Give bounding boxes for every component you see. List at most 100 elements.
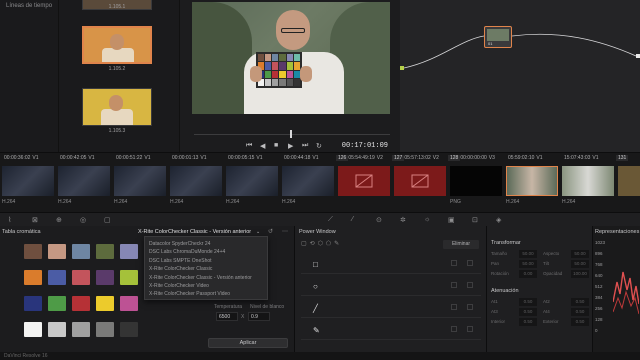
color-swatch[interactable]: [24, 244, 42, 259]
tracker-icon[interactable]: ✲: [400, 216, 406, 224]
invert-toggle[interactable]: [451, 326, 457, 332]
chevron-down-icon[interactable]: ⌄: [256, 229, 260, 235]
window-row-polygon[interactable]: ╱: [301, 298, 481, 318]
qualifier-icon[interactable]: ⁄: [352, 216, 353, 223]
enable-toggle[interactable]: [467, 282, 473, 288]
transform-field-value[interactable]: 0.50: [571, 318, 589, 326]
timeline-clip[interactable]: 131: [616, 153, 640, 213]
motion-effects-icon[interactable]: ▢: [104, 216, 111, 224]
transform-field-value[interactable]: 0.50: [571, 298, 589, 306]
color-swatch[interactable]: [24, 296, 42, 311]
white-level-field[interactable]: 0.9: [248, 312, 270, 321]
transform-field-value[interactable]: 100.00: [571, 270, 589, 278]
color-swatch[interactable]: [48, 244, 66, 259]
blur-icon[interactable]: ☼: [424, 216, 430, 223]
color-swatch[interactable]: [96, 270, 114, 285]
color-swatch[interactable]: [96, 296, 114, 311]
node-output[interactable]: [636, 54, 640, 58]
transform-field-value[interactable]: 50.00: [519, 260, 537, 268]
timeline-clip[interactable]: 05:59:02:10 V1 H.264: [504, 153, 560, 213]
invert-toggle[interactable]: [451, 304, 457, 310]
color-swatch[interactable]: [72, 244, 90, 259]
scrubber-track[interactable]: [194, 134, 390, 135]
timeline-clip[interactable]: 00:00:44:18 V1 H.264: [280, 153, 336, 213]
color-swatch[interactable]: [72, 296, 90, 311]
rgb-mixer-icon[interactable]: ◎: [80, 216, 86, 224]
chart-option[interactable]: X-Rite ColorChecker Video: [149, 283, 209, 289]
node-editor[interactable]: 01: [400, 0, 640, 152]
transform-field-value[interactable]: 50.00: [571, 250, 589, 258]
chart-option[interactable]: DSC Labs SMPTE OneShot: [149, 258, 212, 264]
timeline-clip[interactable]: 127 05:57:13:02 V2: [392, 153, 448, 213]
color-swatch[interactable]: [48, 270, 66, 285]
timeline-clip[interactable]: 00:00:42:05 V1 H.264: [56, 153, 112, 213]
scrubber-playhead[interactable]: [290, 130, 292, 138]
chart-option[interactable]: Datacolor SpyderCheckr 24: [149, 241, 210, 247]
apply-button[interactable]: Aplicar: [208, 338, 288, 348]
timeline-clip[interactable]: 00:00:51:22 V1 H.264: [112, 153, 168, 213]
color-swatch[interactable]: [120, 270, 138, 285]
timeline-clip[interactable]: 15:07:43:03 V1 H.264: [560, 153, 616, 213]
chart-type-select[interactable]: X-Rite ColorChecker Classic - Versión an…: [138, 229, 251, 235]
gallery-still-selected[interactable]: [82, 26, 152, 64]
color-match-icon[interactable]: ⊠: [32, 216, 38, 224]
window-row-circle[interactable]: ○: [301, 276, 481, 296]
chart-option[interactable]: DSC Labs ChromaDuMonde 24+4: [149, 249, 225, 255]
viewer-frame[interactable]: [192, 2, 390, 114]
invert-toggle[interactable]: [451, 282, 457, 288]
transform-field-value[interactable]: 0.50: [519, 318, 537, 326]
more-options-icon[interactable]: ⋯: [282, 228, 288, 235]
color-swatch[interactable]: [96, 244, 114, 259]
transform-field-value[interactable]: 0.50: [519, 308, 537, 316]
color-swatch[interactable]: [96, 322, 114, 337]
curves-icon[interactable]: ⟋: [328, 216, 333, 224]
reset-icon[interactable]: ↺: [268, 228, 273, 235]
color-swatch[interactable]: [72, 270, 90, 285]
key-icon[interactable]: ▣: [448, 216, 455, 224]
timeline-clip[interactable]: 00:00:05:15 V1 H.264: [224, 153, 280, 213]
transform-field-value[interactable]: 50.00: [571, 260, 589, 268]
delete-button[interactable]: Eliminar: [443, 240, 479, 249]
window-row-curve[interactable]: ✎: [301, 320, 481, 340]
color-swatch[interactable]: [48, 322, 66, 337]
transform-field-value[interactable]: 50.00: [519, 250, 537, 258]
loop-icon[interactable]: ↻: [316, 142, 322, 150]
timeline-clip[interactable]: 128 00:00:00:00 V3 PNG: [448, 153, 504, 213]
transform-field-value[interactable]: 0.50: [571, 308, 589, 316]
sizing-icon[interactable]: ⊡: [472, 216, 478, 224]
timeline-clip[interactable]: 00:00:01:13 V1 H.264: [168, 153, 224, 213]
chart-option[interactable]: X-Rite ColorChecker Classic: [149, 266, 212, 272]
rewind-icon[interactable]: ◀: [260, 142, 265, 150]
window-icon[interactable]: ⊙: [376, 216, 382, 224]
color-swatch[interactable]: [24, 270, 42, 285]
node-input[interactable]: [400, 66, 404, 70]
timeline-clip[interactable]: 126 05:54:49:19 V2: [336, 153, 392, 213]
transform-field-value[interactable]: 0.50: [519, 298, 537, 306]
color-wheels-icon[interactable]: ⊕: [56, 216, 62, 224]
transform-field-value[interactable]: 0.00: [519, 270, 537, 278]
temperature-field[interactable]: 6500: [216, 312, 238, 321]
color-swatch[interactable]: [48, 296, 66, 311]
enable-toggle[interactable]: [467, 260, 473, 266]
color-swatch[interactable]: [120, 296, 138, 311]
play-icon[interactable]: ▶: [288, 142, 293, 150]
skip-end-icon[interactable]: ⏭: [302, 142, 308, 150]
timeline-clip[interactable]: 00:00:36:02 V1 H.264: [0, 153, 56, 213]
window-tools-icon[interactable]: ▢⟲⬡⬠✎: [301, 240, 342, 247]
chart-option[interactable]: X-Rite ColorChecker Passport Video: [149, 291, 230, 297]
node-01[interactable]: 01: [484, 26, 512, 48]
skip-start-icon[interactable]: ⏮: [246, 142, 252, 150]
enable-toggle[interactable]: [467, 326, 473, 332]
gallery-still[interactable]: [82, 88, 152, 126]
invert-toggle[interactable]: [451, 260, 457, 266]
window-row-linear[interactable]: □: [301, 254, 481, 274]
chart-option[interactable]: X-Rite ColorChecker Classic - Versión an…: [149, 275, 252, 281]
color-swatch[interactable]: [24, 322, 42, 337]
color-swatch[interactable]: [120, 322, 138, 337]
camera-raw-icon[interactable]: ⌇: [8, 216, 11, 224]
3d-icon[interactable]: ◈: [496, 216, 501, 224]
enable-toggle[interactable]: [467, 304, 473, 310]
color-swatch[interactable]: [120, 244, 138, 259]
stop-icon[interactable]: ■: [274, 142, 278, 149]
color-swatch[interactable]: [72, 322, 90, 337]
